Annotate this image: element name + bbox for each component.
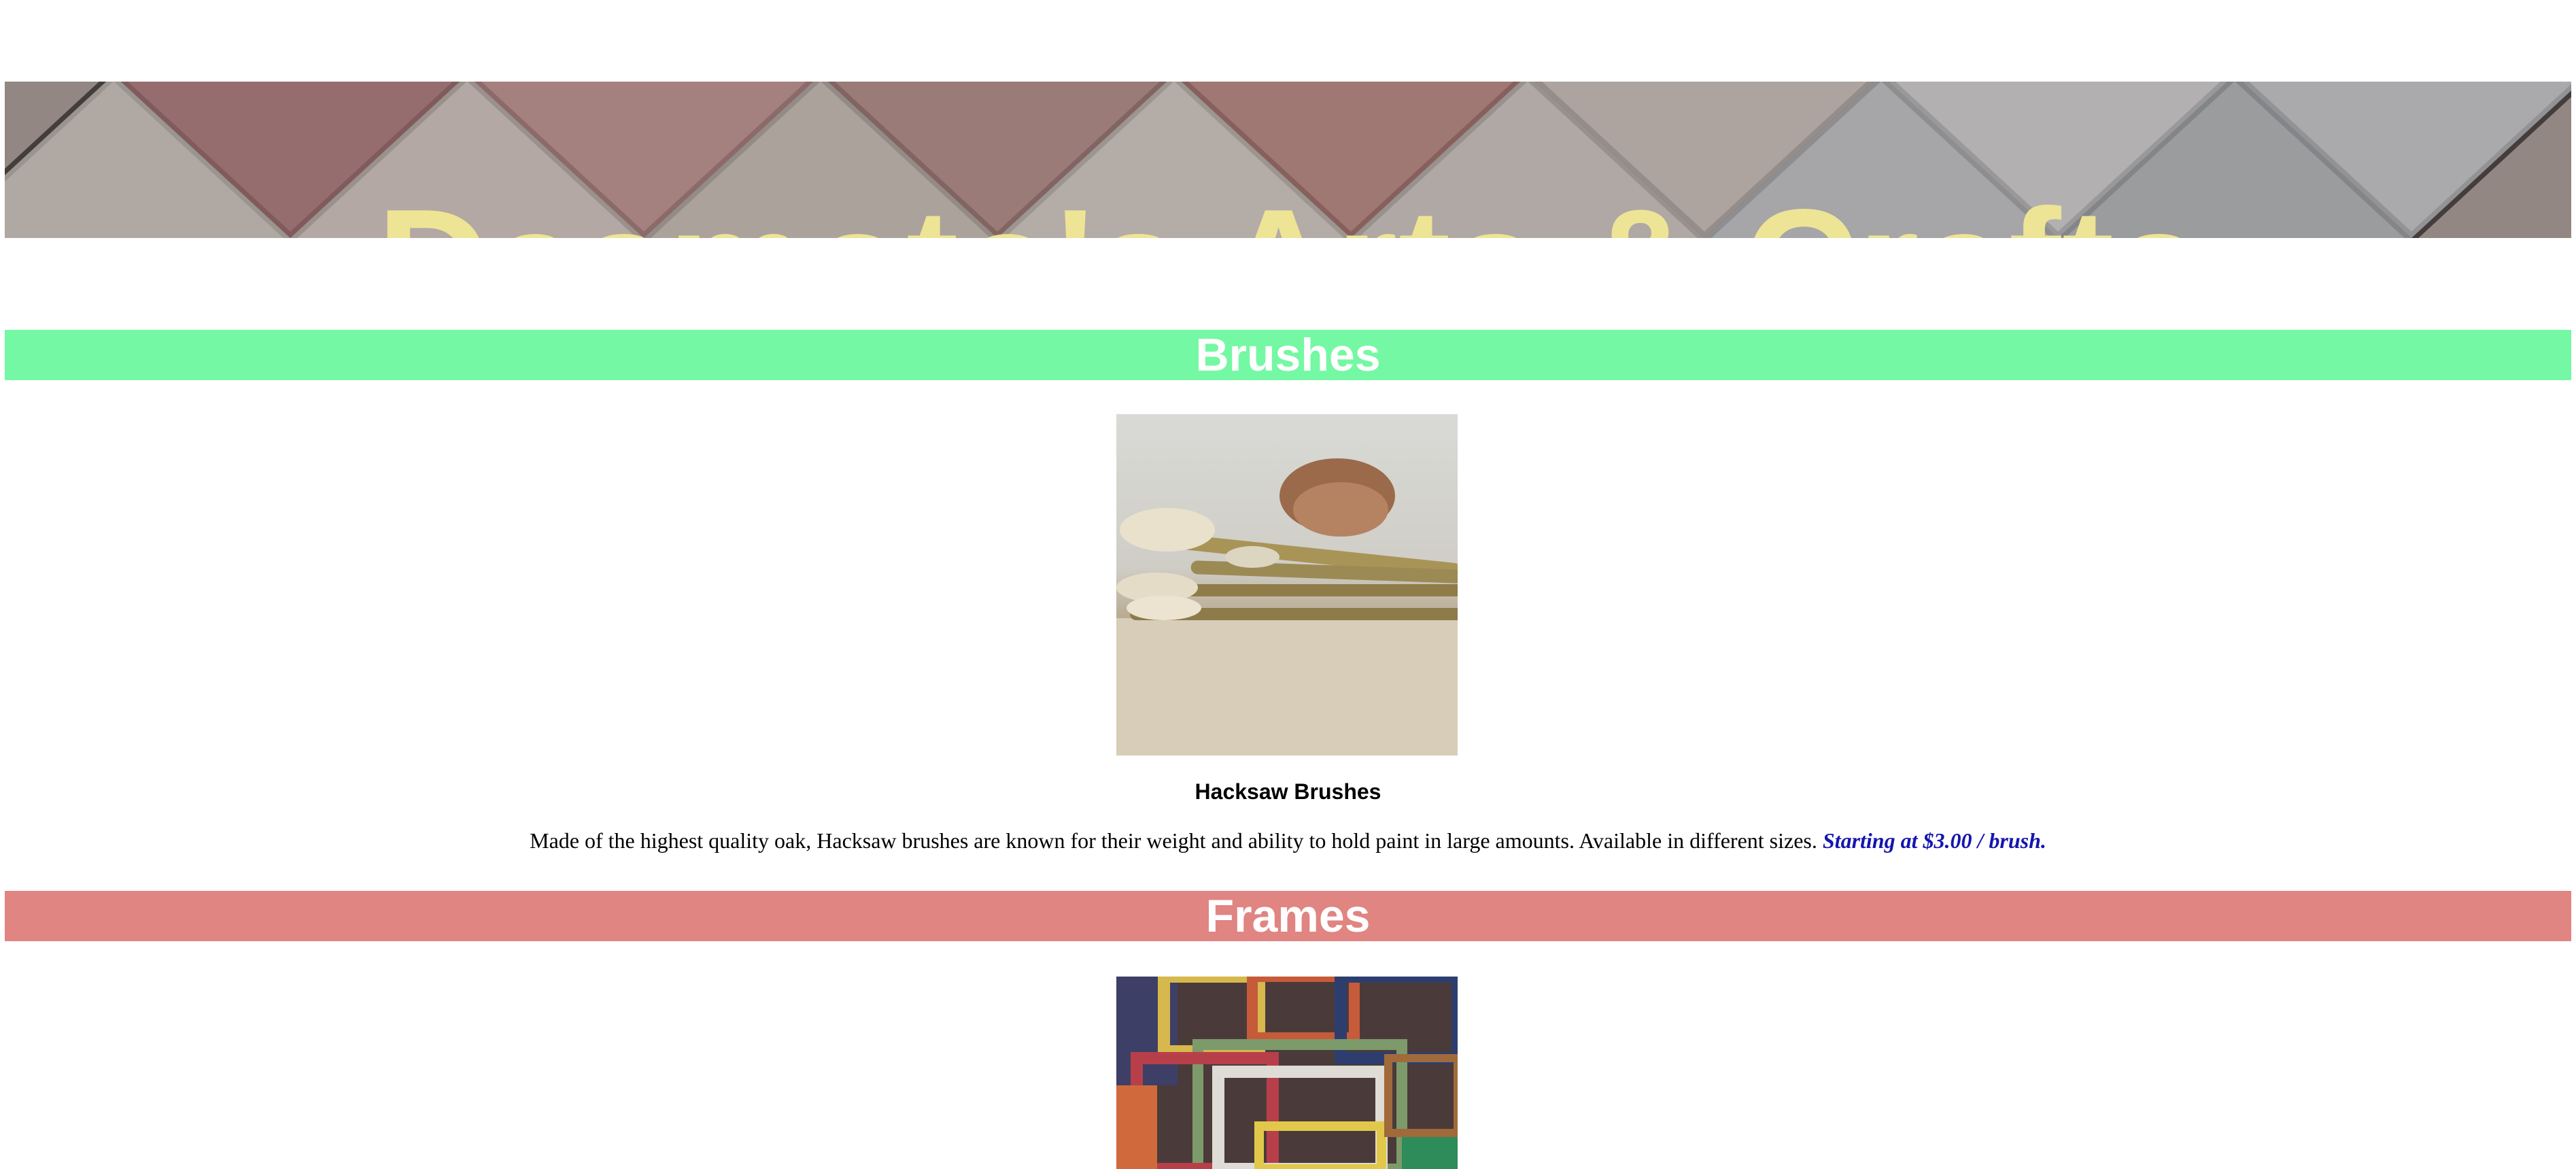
- product-name: Hacksaw Brushes: [1195, 779, 1381, 804]
- product-price: Starting at $3.00 / brush.: [1822, 828, 2046, 853]
- product-description: Made of the highest quality oak, Hacksaw…: [0, 828, 2576, 853]
- page: Dasmoto's Arts & Crafts Brushes: [0, 0, 2576, 1169]
- section-header-frames: Frames: [5, 891, 2571, 941]
- section-header-brushes: Brushes: [5, 330, 2571, 380]
- frames-image: [1116, 977, 1458, 1169]
- hacksaw-brushes-image: [1116, 414, 1458, 756]
- banner: Dasmoto's Arts & Crafts: [5, 82, 2571, 238]
- product-description-text: Made of the highest quality oak, Hacksaw…: [530, 828, 1817, 853]
- banner-title: Dasmoto's Arts & Crafts: [5, 186, 2571, 238]
